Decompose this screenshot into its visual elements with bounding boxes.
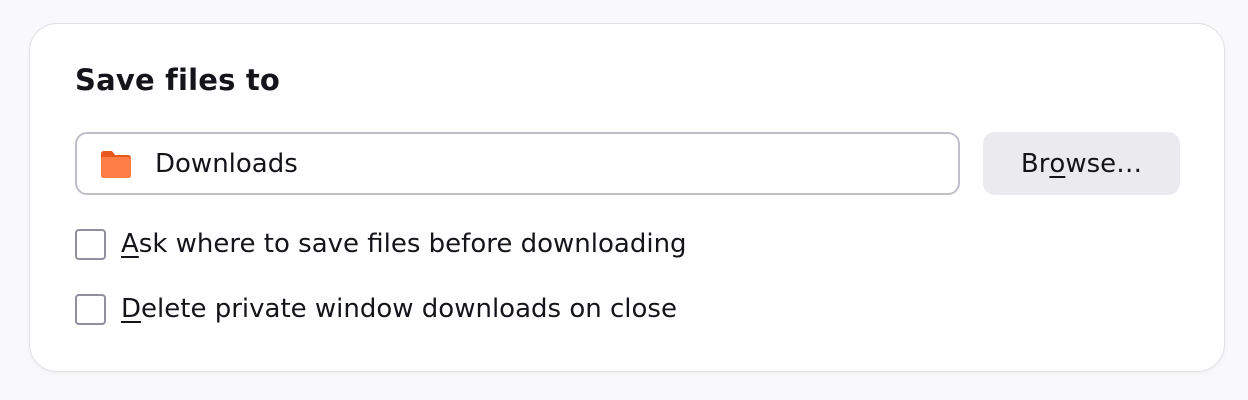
delete-private-downloads-option[interactable]: Delete private window downloads on close — [75, 292, 677, 326]
download-folder-field[interactable]: Downloads — [75, 132, 960, 195]
folder-icon — [99, 149, 133, 179]
delete-label-rest: elete private window downloads on close — [141, 294, 677, 324]
browse-access-key: o — [1049, 148, 1066, 179]
ask-label-rest: sk where to save files before downloadin… — [138, 229, 687, 259]
browse-label-post: wse… — [1065, 148, 1143, 179]
download-folder-value: Downloads — [155, 148, 298, 179]
browse-button[interactable]: Br o wse… — [983, 132, 1180, 195]
ask-where-to-save-label[interactable]: Ask where to save files before downloadi… — [121, 227, 687, 261]
section-title: Save files to — [75, 63, 281, 97]
ask-access-key: A — [121, 229, 139, 259]
delete-private-downloads-label[interactable]: Delete private window downloads on close — [121, 292, 677, 326]
downloads-settings-card: Save files to Downloads Br o wse… Ask wher… — [29, 23, 1225, 372]
ask-where-to-save-option[interactable]: Ask where to save files before downloadi… — [75, 227, 687, 261]
browse-label-pre: Br — [1020, 148, 1050, 179]
delete-private-downloads-checkbox[interactable] — [75, 293, 106, 325]
ask-where-to-save-checkbox[interactable] — [75, 228, 106, 260]
delete-access-key: D — [121, 294, 142, 324]
